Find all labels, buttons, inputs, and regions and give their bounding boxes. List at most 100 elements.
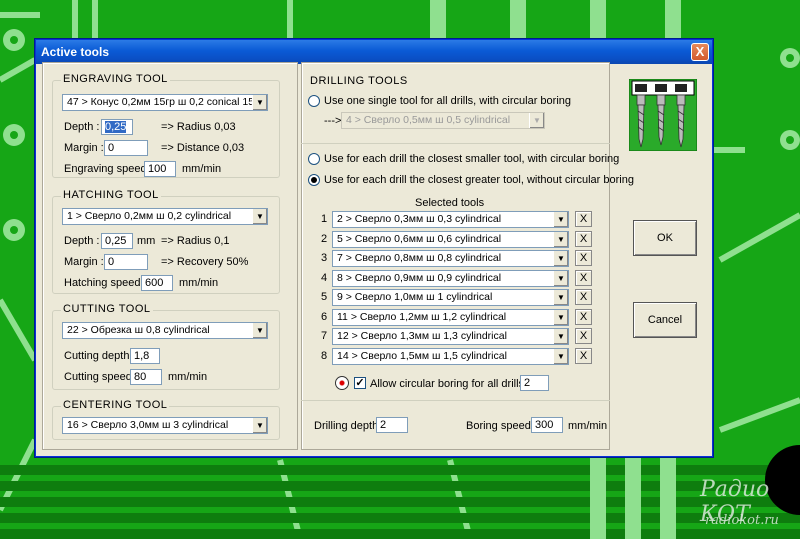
chevron-down-icon: ▼: [553, 270, 568, 286]
active-tools-dialog: Active tools X ENGRAVING TOOL 47 > Конус…: [35, 39, 713, 457]
remove-tool-button[interactable]: X: [575, 230, 592, 247]
hatching-speed-label: Hatching speed :: [64, 277, 147, 289]
chevron-down-icon: ▼: [553, 329, 568, 344]
hatching-tool-value: 1 > Сверло 0,2мм ш 0,2 cylindrical: [67, 210, 232, 222]
selected-tool-select[interactable]: 7 > Сверло 0,8мм ш 0,8 cylindrical ▼: [332, 250, 569, 267]
boring-target-icon: [335, 376, 349, 390]
drilling-greater-radio[interactable]: [308, 174, 320, 186]
drilling-depth-label: Drilling depth :: [314, 420, 385, 432]
hatching-depth-unit: mm: [137, 235, 156, 247]
boring-speed-input[interactable]: 300: [531, 417, 563, 433]
hatching-recovery-text: => Recovery 50%: [161, 256, 249, 268]
drilling-title: DRILLING TOOLS: [310, 75, 408, 87]
centering-title: CENTERING TOOL: [61, 399, 170, 411]
engraving-speed-unit: mm/min: [182, 163, 222, 175]
cutting-depth-label: Cutting depth :: [64, 350, 136, 362]
cutting-depth-input[interactable]: 1,8: [130, 348, 160, 364]
cutting-title: CUTTING TOOL: [61, 303, 153, 315]
engraving-margin-label: Margin :: [64, 142, 104, 154]
selected-tool-select[interactable]: 5 > Сверло 0,6мм ш 0,6 cylindrical ▼: [332, 230, 569, 248]
drilling-depth-input[interactable]: 2: [376, 417, 408, 433]
remove-tool-button[interactable]: X: [575, 269, 592, 286]
chevron-down-icon: ▼: [553, 231, 568, 247]
engraving-distance-text: => Distance 0,03: [161, 142, 245, 154]
selected-tool-select[interactable]: 12 > Сверло 1,3мм ш 1,3 cylindrical ▼: [332, 328, 569, 345]
hatching-speed-unit: mm/min: [179, 277, 219, 289]
cutting-tool-select[interactable]: 22 > Обрезка ш 0,8 cylindrical ▼: [62, 322, 268, 339]
tool-row-number: 1: [320, 213, 328, 225]
drilling-bottom-separator: [301, 400, 610, 401]
engraving-tool-value: 47 > Конус 0,2мм 15гр ш 0,2 conical 15°: [67, 96, 259, 108]
selected-tool-select[interactable]: 14 > Сверло 1,5мм ш 1,5 cylindrical ▼: [332, 347, 569, 365]
engraving-tool-select[interactable]: 47 > Конус 0,2мм 15гр ш 0,2 conical 15° …: [62, 94, 268, 111]
chevron-down-icon: ▼: [252, 418, 267, 433]
engraving-speed-label: Engraving speed :: [64, 163, 153, 175]
selected-tool-select[interactable]: 8 > Сверло 0,9мм ш 0,9 cylindrical ▼: [332, 269, 569, 287]
hatching-radius-text: => Radius 0,1: [161, 235, 230, 247]
centering-tool-select[interactable]: 16 > Сверло 3,0мм ш 3 cylindrical ▼: [62, 417, 268, 434]
drilling-greater-label: Use for each drill the closest greater t…: [324, 174, 634, 186]
close-button[interactable]: X: [691, 43, 709, 61]
drilling-single-tool-select[interactable]: 4 > Сверло 0,5мм ш 0,5 cylindrical ▼: [341, 112, 545, 129]
dialog-titlebar[interactable]: Active tools: [36, 40, 712, 64]
selected-tool-value: 7 > Сверло 0,8мм ш 0,8 cylindrical: [337, 252, 502, 264]
tool-row-number: 8: [320, 349, 328, 362]
drilling-single-label: Use one single tool for all drills, with…: [324, 95, 571, 107]
drilling-single-tool-value: 4 > Сверло 0,5мм ш 0,5 cylindrical: [346, 114, 511, 126]
boring-speed-label: Boring speed :: [466, 420, 537, 432]
selected-tool-value: 14 > Сверло 1,5мм ш 1,5 cylindrical: [337, 349, 507, 362]
hatching-speed-input[interactable]: 600: [141, 275, 173, 291]
selected-tool-value: 11 > Сверло 1,2мм ш 1,2 cylindrical: [337, 310, 507, 323]
engraving-speed-input[interactable]: 100: [144, 161, 176, 177]
chevron-down-icon: ▼: [553, 348, 568, 364]
drill-bits-icon: [629, 79, 697, 151]
hatching-tool-select[interactable]: 1 > Сверло 0,2мм ш 0,2 cylindrical ▼: [62, 208, 268, 225]
engraving-radius-text: => Radius 0,03: [161, 121, 236, 133]
selected-tool-select[interactable]: 11 > Сверло 1,2мм ш 1,2 cylindrical ▼: [332, 308, 569, 326]
remove-tool-button[interactable]: X: [575, 211, 592, 227]
remove-tool-button[interactable]: X: [575, 308, 592, 325]
chevron-down-icon: ▼: [553, 309, 568, 325]
cutting-speed-input[interactable]: 80: [130, 369, 162, 385]
tool-row-number: 5: [320, 291, 328, 303]
engraving-title: ENGRAVING TOOL: [61, 73, 170, 85]
allow-boring-checkbox[interactable]: ✓: [354, 377, 366, 389]
hatching-depth-input[interactable]: 0,25: [101, 233, 133, 249]
hatching-margin-input[interactable]: 0: [104, 254, 148, 270]
drilling-smaller-radio[interactable]: [308, 153, 320, 165]
allow-boring-input[interactable]: 2: [520, 375, 549, 391]
chevron-down-icon: ▼: [252, 95, 267, 110]
chevron-down-icon: ▼: [252, 323, 267, 338]
ok-button[interactable]: OK: [633, 220, 697, 256]
drilling-separator: [301, 143, 610, 144]
hatching-title: HATCHING TOOL: [61, 189, 161, 201]
chevron-down-icon: ▼: [553, 251, 568, 266]
selected-tool-value: 8 > Сверло 0,9мм ш 0,9 cylindrical: [337, 271, 502, 284]
selected-tools-title: Selected tools: [415, 197, 485, 209]
dialog-title: Active tools: [41, 45, 110, 59]
chevron-down-icon: ▼: [553, 290, 568, 305]
chevron-down-icon: ▼: [252, 209, 267, 224]
tool-row-number: 4: [320, 271, 328, 284]
cancel-button[interactable]: Cancel: [633, 302, 697, 338]
hatching-margin-label: Margin :: [64, 256, 104, 268]
drilling-single-prefix: --->: [324, 115, 342, 127]
engraving-depth-input[interactable]: 0,25: [101, 119, 133, 135]
drilling-single-radio[interactable]: [308, 95, 320, 107]
tool-row-number: 2: [320, 232, 328, 245]
remove-tool-button[interactable]: X: [575, 347, 592, 364]
selected-tool-select[interactable]: 9 > Сверло 1,0мм ш 1 cylindrical ▼: [332, 289, 569, 306]
watermark-url: radiokot.ru: [705, 513, 779, 528]
selected-tool-select[interactable]: 2 > Сверло 0,3мм ш 0,3 cylindrical ▼: [332, 211, 569, 228]
remove-tool-button[interactable]: X: [575, 250, 592, 266]
tool-row-number: 7: [320, 330, 328, 342]
drilling-smaller-label: Use for each drill the closest smaller t…: [324, 153, 620, 165]
remove-tool-button[interactable]: X: [575, 289, 592, 305]
cutting-speed-label: Cutting speed :: [64, 371, 138, 383]
hatching-depth-label: Depth :: [64, 235, 100, 247]
selected-tool-value: 9 > Сверло 1,0мм ш 1 cylindrical: [337, 291, 493, 303]
tool-row-number: 6: [320, 310, 328, 323]
tool-row-number: 3: [320, 252, 328, 264]
remove-tool-button[interactable]: X: [575, 328, 592, 344]
engraving-margin-input[interactable]: 0: [104, 140, 148, 156]
